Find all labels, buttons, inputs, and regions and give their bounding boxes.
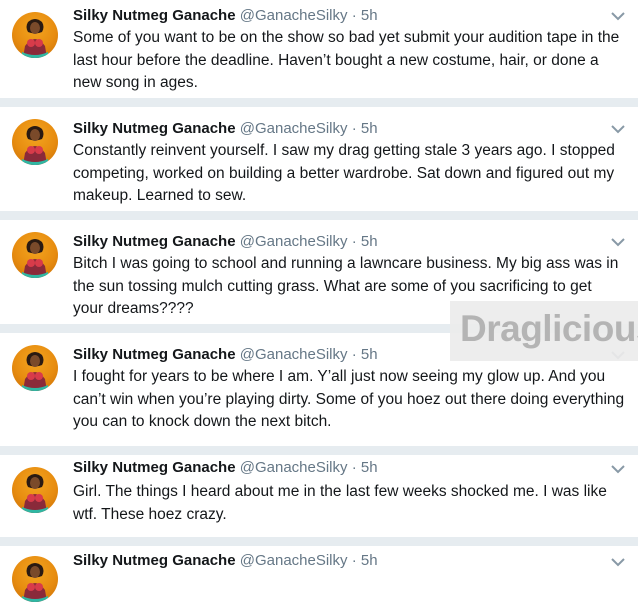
- author-handle[interactable]: @GanacheSilky: [240, 233, 348, 250]
- avatar[interactable]: [12, 345, 58, 391]
- avatar-figure-icon: [22, 563, 48, 602]
- tweet[interactable]: Silky Nutmeg Ganache @GanacheSilky · 5h …: [0, 0, 638, 99]
- tweet-header: Silky Nutmeg Ganache @GanacheSilky · 5h: [73, 458, 604, 478]
- timestamp[interactable]: 5h: [361, 459, 378, 476]
- tweet[interactable]: Silky Nutmeg Ganache @GanacheSilky · 5h …: [0, 107, 638, 212]
- timestamp[interactable]: 5h: [361, 7, 378, 24]
- author-handle[interactable]: @GanacheSilky: [240, 552, 348, 569]
- author-handle[interactable]: @GanacheSilky: [240, 459, 348, 476]
- avatar[interactable]: [12, 467, 58, 513]
- avatar-figure-icon: [22, 352, 48, 391]
- avatar-figure-icon: [22, 474, 48, 513]
- chevron-down-icon[interactable]: [610, 10, 626, 22]
- chevron-down-icon[interactable]: [610, 556, 626, 568]
- timestamp[interactable]: 5h: [361, 552, 378, 569]
- separator-dot: ·: [351, 120, 357, 137]
- tweet-header: Silky Nutmeg Ganache @GanacheSilky · 5h: [73, 6, 604, 26]
- avatar[interactable]: [12, 119, 58, 165]
- separator-dot: ·: [351, 346, 357, 363]
- timestamp[interactable]: 5h: [361, 346, 378, 363]
- author-name[interactable]: Silky Nutmeg Ganache: [73, 7, 236, 24]
- avatar[interactable]: [12, 232, 58, 278]
- tweet[interactable]: Silky Nutmeg Ganache @GanacheSilky · 5h …: [0, 455, 638, 538]
- tweet-header: Silky Nutmeg Ganache @GanacheSilky · 5h: [73, 551, 604, 571]
- divider: [0, 99, 638, 107]
- avatar-figure-icon: [22, 126, 48, 165]
- tweet[interactable]: Silky Nutmeg Ganache @GanacheSilky · 5h: [0, 546, 638, 602]
- divider: [0, 212, 638, 220]
- author-handle[interactable]: @GanacheSilky: [240, 346, 348, 363]
- author-name[interactable]: Silky Nutmeg Ganache: [73, 552, 236, 569]
- author-name[interactable]: Silky Nutmeg Ganache: [73, 346, 236, 363]
- timestamp[interactable]: 5h: [361, 233, 378, 250]
- avatar[interactable]: [12, 556, 58, 602]
- separator-dot: ·: [351, 552, 357, 569]
- tweet-header: Silky Nutmeg Ganache @GanacheSilky · 5h: [73, 119, 604, 139]
- author-handle[interactable]: @GanacheSilky: [240, 120, 348, 137]
- tweet-text: Girl. The things I heard about me in the…: [73, 483, 607, 523]
- timestamp[interactable]: 5h: [361, 120, 378, 137]
- tweet-text: Some of you want to be on the show so ba…: [73, 29, 620, 91]
- separator-dot: ·: [351, 7, 357, 24]
- separator-dot: ·: [351, 459, 357, 476]
- tweet-text: Constantly reinvent yourself. I saw my d…: [73, 142, 615, 204]
- divider: [0, 447, 638, 455]
- avatar[interactable]: [12, 12, 58, 58]
- avatar-figure-icon: [22, 19, 48, 58]
- author-name[interactable]: Silky Nutmeg Ganache: [73, 120, 236, 137]
- tweet-text: I fought for years to be where I am. Y’a…: [73, 368, 625, 430]
- chevron-down-icon[interactable]: [610, 463, 626, 475]
- chevron-down-icon[interactable]: [610, 123, 626, 135]
- watermark: Draglicious: [450, 301, 638, 361]
- divider: [0, 538, 638, 546]
- author-name[interactable]: Silky Nutmeg Ganache: [73, 459, 236, 476]
- author-name[interactable]: Silky Nutmeg Ganache: [73, 233, 236, 250]
- watermark-text: Draglicious: [460, 308, 638, 349]
- avatar-figure-icon: [22, 239, 48, 278]
- author-handle[interactable]: @GanacheSilky: [240, 7, 348, 24]
- chevron-down-icon[interactable]: [610, 236, 626, 248]
- separator-dot: ·: [351, 233, 357, 250]
- tweet-header: Silky Nutmeg Ganache @GanacheSilky · 5h: [73, 232, 604, 252]
